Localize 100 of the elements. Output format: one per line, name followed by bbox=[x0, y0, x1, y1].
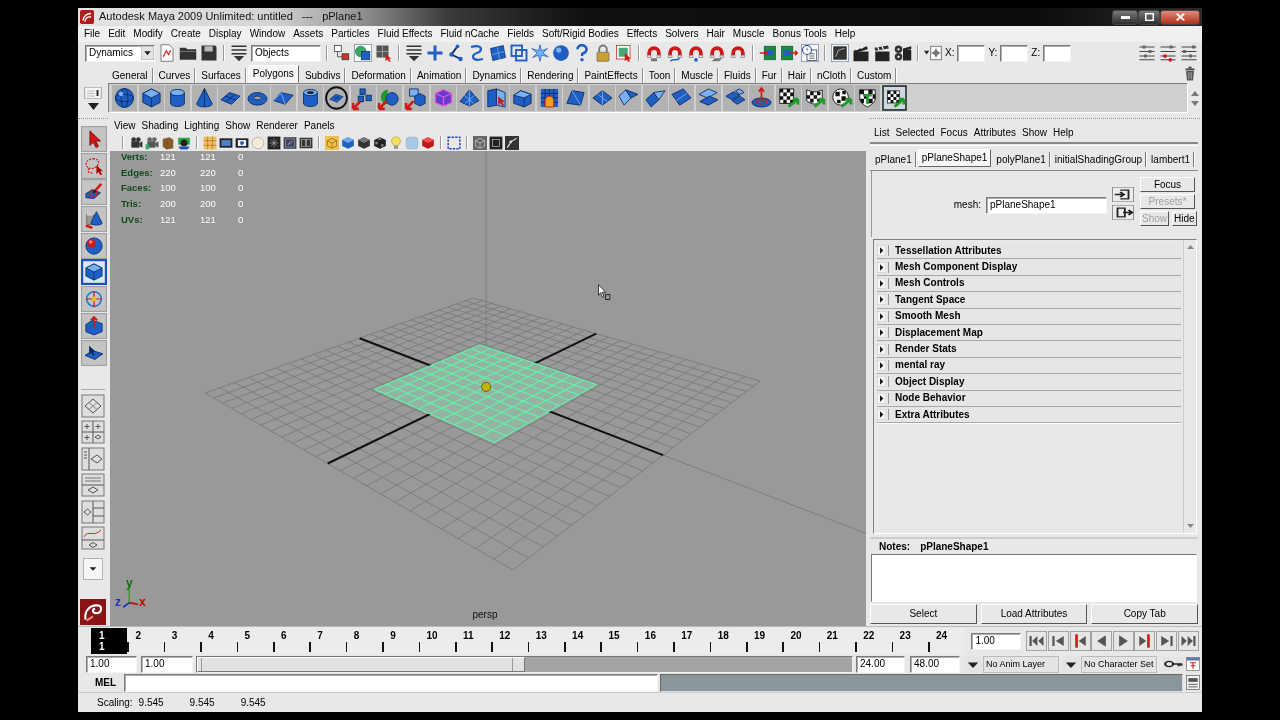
clock-document-icon[interactable] bbox=[801, 44, 819, 62]
sliders-icon[interactable] bbox=[1159, 44, 1177, 62]
current-time-field[interactable]: 1.00 bbox=[971, 632, 1022, 650]
cylinder-cone-icon[interactable] bbox=[80, 206, 107, 233]
menu-item[interactable]: Soft/Rigid Bodies bbox=[538, 28, 623, 40]
expand-arrow-icon[interactable] bbox=[877, 261, 886, 273]
lasso-icon[interactable] bbox=[80, 152, 107, 179]
panels-cursor-icon[interactable] bbox=[483, 85, 509, 111]
trash-can-icon[interactable] bbox=[1184, 66, 1196, 81]
menu-item[interactable]: Help bbox=[830, 28, 860, 40]
sliders-icon[interactable] bbox=[1138, 44, 1156, 62]
surface-icon[interactable] bbox=[489, 44, 507, 62]
bent-line-icon[interactable] bbox=[505, 135, 519, 150]
split-quad-icon[interactable] bbox=[589, 85, 615, 111]
caret-down-icon[interactable] bbox=[141, 46, 154, 60]
language-toggle[interactable]: MEL bbox=[95, 676, 115, 689]
menu-item[interactable]: Selected bbox=[892, 127, 938, 139]
list-box-icon[interactable] bbox=[84, 86, 102, 99]
menu-item[interactable]: Particles bbox=[327, 28, 374, 40]
swirl-icon[interactable] bbox=[80, 599, 106, 625]
text-window-icon[interactable] bbox=[1186, 675, 1200, 690]
cube-icon[interactable] bbox=[138, 85, 164, 111]
hierarchy-icon[interactable] bbox=[333, 44, 351, 62]
menu-item[interactable]: Effects bbox=[622, 28, 662, 40]
menu-item[interactable]: Show bbox=[1018, 127, 1050, 139]
camera-icon[interactable] bbox=[145, 135, 159, 150]
grid-cursor-icon[interactable] bbox=[375, 44, 393, 62]
section-header[interactable]: Object Display bbox=[877, 374, 1181, 391]
section-header[interactable]: Render Stats bbox=[877, 341, 1181, 358]
action-button[interactable]: Copy Tab bbox=[1091, 604, 1198, 624]
sliders-icon[interactable] bbox=[1180, 44, 1198, 62]
stacked-panes-icon[interactable] bbox=[81, 499, 105, 524]
solid-cube-icon[interactable] bbox=[357, 135, 371, 150]
star-icon[interactable] bbox=[531, 44, 549, 62]
wire-cube-icon[interactable] bbox=[473, 135, 487, 150]
menu-item[interactable]: Solvers bbox=[661, 28, 703, 40]
cylinder-icon[interactable] bbox=[165, 85, 191, 111]
menu-item[interactable]: Fluid nCache bbox=[436, 28, 504, 40]
menu-item[interactable]: Attributes bbox=[970, 127, 1019, 139]
joint-icon[interactable] bbox=[447, 44, 465, 62]
expand-arrow-icon[interactable] bbox=[877, 343, 886, 355]
step-forward-icon[interactable] bbox=[1155, 631, 1177, 651]
framed-curve-icon[interactable] bbox=[831, 44, 849, 62]
cone-icon[interactable] bbox=[191, 85, 217, 111]
center-dot-icon[interactable] bbox=[481, 381, 492, 392]
window-icon[interactable] bbox=[1186, 657, 1200, 671]
current-frame-marker[interactable]: 1 1 bbox=[91, 628, 128, 654]
arrow-into-box-icon[interactable] bbox=[1112, 186, 1134, 202]
next-key-icon[interactable] bbox=[1134, 631, 1156, 651]
expand-arrow-icon[interactable] bbox=[877, 294, 886, 306]
notes-field[interactable] bbox=[871, 554, 1197, 602]
expand-arrow-icon[interactable] bbox=[877, 409, 886, 421]
menu-item[interactable]: Shading bbox=[138, 120, 182, 132]
action-button[interactable]: Select bbox=[870, 604, 977, 624]
folded-quad-icon[interactable] bbox=[642, 85, 668, 111]
list-caret-icon[interactable] bbox=[230, 44, 248, 62]
node-name-field[interactable]: pPlaneShape1 bbox=[986, 196, 1107, 214]
paintbrush-icon[interactable] bbox=[80, 179, 107, 206]
menu-item[interactable]: Assets bbox=[289, 28, 328, 40]
node-tab[interactable]: initialShadingGroup bbox=[1051, 152, 1147, 167]
node-tab[interactable]: polyPlane1 bbox=[993, 152, 1050, 167]
scroll-down-icon[interactable] bbox=[1191, 100, 1199, 106]
coordinate-field[interactable] bbox=[1043, 44, 1072, 62]
list-caret-icon[interactable] bbox=[405, 44, 423, 62]
sphere-icon[interactable] bbox=[112, 85, 137, 111]
sphere-icon[interactable] bbox=[552, 44, 570, 62]
range-end-field[interactable]: 24.00 bbox=[856, 655, 905, 673]
menu-item[interactable]: Focus bbox=[937, 127, 971, 139]
arrow-out-of-box-icon[interactable] bbox=[1112, 204, 1134, 220]
folded-quad-icon[interactable] bbox=[616, 85, 642, 111]
wire-cube-icon[interactable] bbox=[430, 85, 456, 111]
menu-item[interactable]: Muscle bbox=[728, 28, 769, 40]
selection-mode-field[interactable]: Objects bbox=[251, 44, 321, 62]
framed-line-icon[interactable] bbox=[283, 135, 297, 150]
menu-item[interactable]: Modify bbox=[129, 28, 167, 40]
menu-item[interactable]: Display bbox=[204, 28, 246, 40]
clapperboard-icon[interactable] bbox=[852, 44, 870, 62]
sphere-cube-icon[interactable] bbox=[354, 44, 372, 62]
magnet-curve-icon[interactable] bbox=[666, 44, 684, 62]
scroll-down-icon[interactable] bbox=[1186, 524, 1194, 528]
block-icon[interactable] bbox=[510, 85, 536, 111]
expand-arrow-icon[interactable] bbox=[877, 245, 886, 257]
s-curve-icon[interactable] bbox=[468, 44, 486, 62]
pyramid-grid-icon[interactable] bbox=[457, 85, 483, 111]
stacked-quads-icon[interactable] bbox=[696, 85, 722, 111]
plane-cursor-icon[interactable] bbox=[80, 339, 107, 366]
new-file-icon[interactable] bbox=[158, 44, 176, 62]
menu-item[interactable]: List bbox=[871, 127, 893, 139]
node-tab[interactable]: pPlane1 bbox=[872, 152, 916, 167]
caret-down-icon[interactable] bbox=[83, 558, 103, 580]
four-panes-icon[interactable] bbox=[81, 420, 105, 444]
range-start-field[interactable]: 1.00 bbox=[141, 655, 193, 673]
arrow-cursor-icon[interactable] bbox=[80, 126, 107, 152]
textured-cube-icon[interactable] bbox=[373, 135, 387, 150]
crossed-frame-icon[interactable] bbox=[267, 135, 281, 150]
cursor-box-icon[interactable] bbox=[615, 44, 633, 62]
framed-rectangle-icon[interactable] bbox=[219, 135, 233, 150]
clapperboard-icon[interactable] bbox=[873, 44, 891, 62]
plus-icon[interactable] bbox=[426, 44, 444, 62]
plane-icon[interactable] bbox=[218, 85, 244, 111]
